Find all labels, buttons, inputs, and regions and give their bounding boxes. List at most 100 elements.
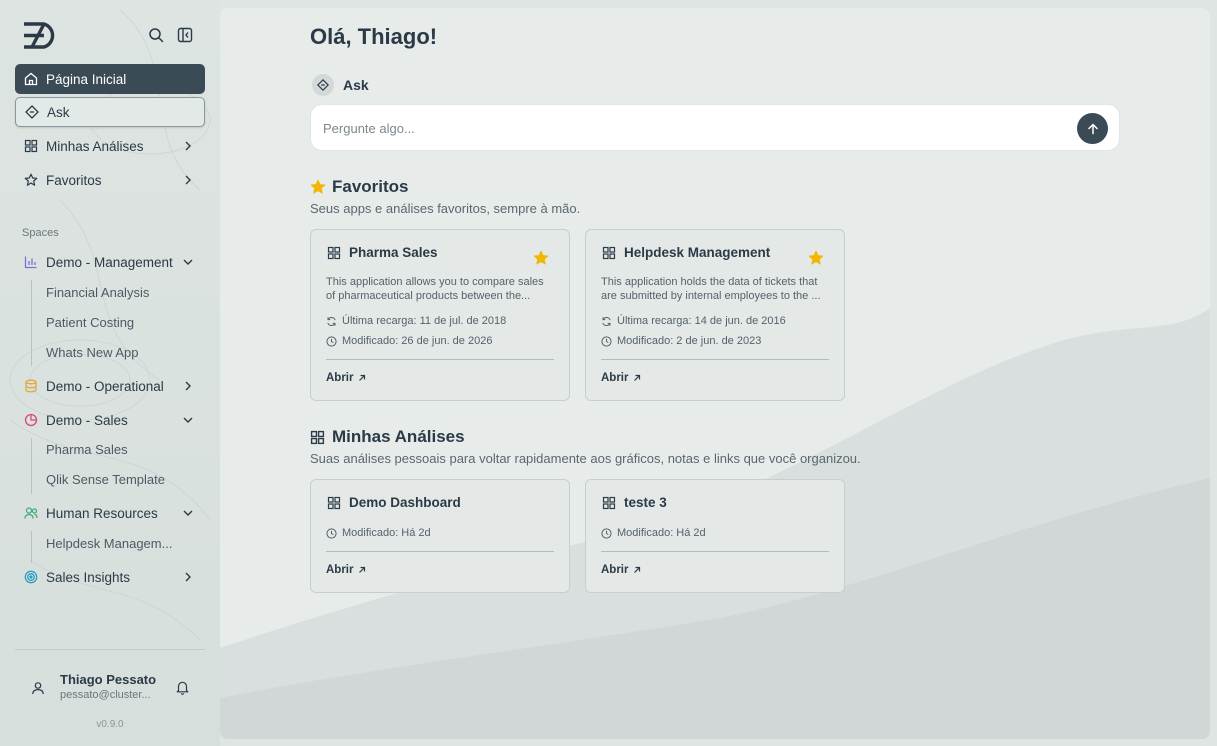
user-name[interactable]: Thiago Pessato xyxy=(60,672,156,687)
card-header: Helpdesk Management xyxy=(602,245,770,260)
bell-icon[interactable] xyxy=(175,680,190,695)
analysis-card[interactable]: Demo Dashboard Modificado: Há 2d Abrir xyxy=(310,479,570,593)
target-icon xyxy=(24,570,38,584)
card-description-line: This application holds the data of ticke… xyxy=(601,276,818,288)
users-icon xyxy=(24,506,38,520)
external-arrow-icon xyxy=(359,374,366,381)
home-icon xyxy=(24,72,38,86)
card-title: Helpdesk Management xyxy=(624,245,771,260)
grid-icon xyxy=(327,496,341,509)
external-arrow-icon xyxy=(634,374,641,381)
card-modified-text: Modificado: 2 de jun. de 2023 xyxy=(617,335,762,347)
space-demo-sales[interactable]: Demo - Sales xyxy=(15,405,205,435)
space-item-patient-costing[interactable]: Patient Costing xyxy=(46,315,134,330)
space-human-resources[interactable]: Human Resources xyxy=(15,498,205,528)
sidebar-header xyxy=(0,0,220,60)
card-title: Demo Dashboard xyxy=(349,495,461,510)
card-modified: Modificado: Há 2d xyxy=(326,527,431,539)
card-open-link[interactable]: Abrir xyxy=(326,372,366,384)
tree-line xyxy=(31,280,32,366)
send-button[interactable] xyxy=(1077,113,1108,144)
chevron-right-icon xyxy=(185,175,191,185)
nav-my-analyses[interactable]: Minhas Análises xyxy=(15,131,205,161)
analysis-card[interactable]: teste 3 Modificado: Há 2d Abrir xyxy=(585,479,845,593)
space-item-qlik-sense-template[interactable]: Qlik Sense Template xyxy=(46,472,165,487)
card-description: This application holds the data of ticke… xyxy=(601,275,829,303)
card-open-link[interactable]: Abrir xyxy=(601,372,641,384)
nav-ask-label: Ask xyxy=(47,104,70,120)
space-item-helpdesk-management[interactable]: Helpdesk Managem... xyxy=(46,536,172,551)
card-description-line: are submitted by internal employees to t… xyxy=(601,290,821,302)
chevron-down-icon xyxy=(183,510,193,516)
search-icon[interactable] xyxy=(148,27,164,43)
card-modified: Modificado: Há 2d xyxy=(601,527,706,539)
grid-icon xyxy=(602,246,616,259)
card-open-label: Abrir xyxy=(326,372,354,384)
page-greeting: Olá, Thiago! xyxy=(310,24,438,49)
favorite-card[interactable]: Pharma Sales This application allows you… xyxy=(310,229,570,401)
star-filled-icon[interactable] xyxy=(808,250,824,266)
card-divider xyxy=(601,359,829,360)
app-version: v0.9.0 xyxy=(96,719,124,730)
main-panel: Olá, Thiago! Ask Favoritos Seus apps e a… xyxy=(220,8,1210,739)
ask-header: Ask xyxy=(312,74,369,96)
card-open-link[interactable]: Abrir xyxy=(601,564,641,576)
user-email: pessato@cluster... xyxy=(60,689,151,701)
card-modified-text: Modificado: Há 2d xyxy=(342,527,431,539)
space-demo-management[interactable]: Demo - Management xyxy=(15,247,205,277)
external-arrow-icon xyxy=(634,566,641,573)
favorite-card[interactable]: Helpdesk Management This application hol… xyxy=(585,229,845,401)
card-divider xyxy=(326,359,554,360)
clock-icon xyxy=(601,527,612,539)
nav-home[interactable]: Página Inicial xyxy=(15,64,205,94)
refresh-icon xyxy=(602,316,611,326)
external-arrow-icon xyxy=(359,566,366,573)
analyses-section-title: Minhas Análises xyxy=(310,427,465,447)
card-header: teste 3 xyxy=(602,495,667,510)
grid-icon xyxy=(310,429,326,445)
space-item-financial-analysis[interactable]: Financial Analysis xyxy=(46,285,149,300)
card-header: Pharma Sales xyxy=(327,245,438,260)
ask-box xyxy=(310,104,1120,151)
card-reload: Última recarga: 11 de jul. de 2018 xyxy=(326,315,506,327)
ask-label: Ask xyxy=(343,77,369,93)
ask-input[interactable] xyxy=(323,117,1063,139)
card-title: teste 3 xyxy=(624,495,667,510)
card-open-label: Abrir xyxy=(601,372,629,384)
nav-ask[interactable]: Ask xyxy=(15,97,205,127)
card-description: This application allows you to compare s… xyxy=(326,275,554,303)
collapse-sidebar-icon[interactable] xyxy=(177,27,193,43)
nav-favorites-label: Favoritos xyxy=(46,172,102,188)
grid-icon xyxy=(602,496,616,509)
spaces-section-label: Spaces xyxy=(22,227,59,239)
card-open-label: Abrir xyxy=(326,564,354,576)
star-filled-icon[interactable] xyxy=(533,250,549,266)
analyses-subtitle: Suas análises pessoais para voltar rapid… xyxy=(310,451,861,466)
card-modified: Modificado: 2 de jun. de 2023 xyxy=(601,335,761,347)
clock-icon xyxy=(326,335,337,347)
chevron-right-icon xyxy=(185,381,191,391)
card-modified: Modificado: 26 de jun. de 2026 xyxy=(326,335,492,347)
card-divider xyxy=(326,551,554,552)
ask-icon xyxy=(312,74,334,96)
sidebar-divider xyxy=(15,649,205,650)
space-item-whats-new-app[interactable]: Whats New App xyxy=(46,345,139,360)
analyses-title: Minhas Análises xyxy=(332,427,465,446)
logo[interactable] xyxy=(22,22,62,49)
card-title: Pharma Sales xyxy=(349,245,438,260)
card-open-link[interactable]: Abrir xyxy=(326,564,366,576)
star-filled-icon xyxy=(310,179,326,195)
arrow-up-icon xyxy=(1087,123,1098,134)
card-modified-text: Modificado: 26 de jun. de 2026 xyxy=(342,335,493,347)
card-reload: Última recarga: 14 de jun. de 2016 xyxy=(601,315,786,327)
space-item-pharma-sales[interactable]: Pharma Sales xyxy=(46,442,128,457)
ask-icon xyxy=(25,105,39,119)
space-demo-sales-label: Demo - Sales xyxy=(46,412,128,428)
sidebar: Página Inicial Ask Minhas Análises Favor… xyxy=(0,0,220,746)
grid-icon xyxy=(327,246,341,259)
tree-line xyxy=(31,531,32,563)
space-sales-insights[interactable]: Sales Insights xyxy=(15,562,205,592)
space-demo-operational[interactable]: Demo - Operational xyxy=(15,371,205,401)
nav-favorites[interactable]: Favoritos xyxy=(15,165,205,195)
star-icon xyxy=(24,173,38,187)
